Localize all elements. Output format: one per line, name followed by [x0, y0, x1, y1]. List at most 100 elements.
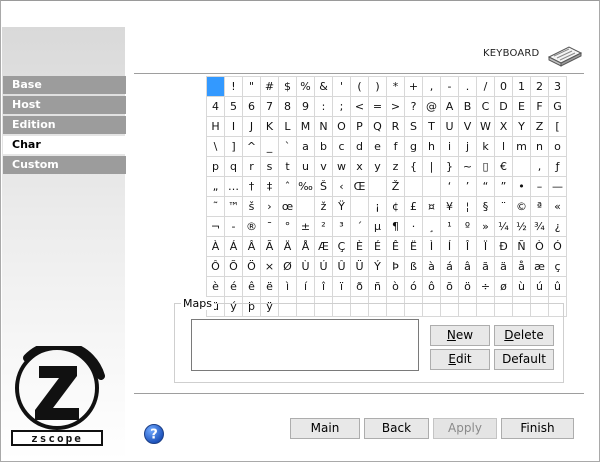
- char-cell[interactable]: Þ: [386, 256, 405, 277]
- char-cell[interactable]: Æ: [314, 236, 333, 257]
- char-cell[interactable]: š: [242, 196, 261, 217]
- char-cell[interactable]: Ê: [386, 236, 405, 257]
- char-cell[interactable]: ¦: [458, 196, 477, 217]
- char-cell[interactable]: v: [314, 156, 333, 177]
- char-cell[interactable]: J: [242, 116, 261, 137]
- char-cell[interactable]: p: [206, 156, 225, 177]
- char-cell[interactable]: ˜: [206, 196, 225, 217]
- char-cell[interactable]: ~: [458, 156, 477, 177]
- char-cell[interactable]: d: [350, 136, 369, 157]
- char-cell[interactable]: S: [404, 116, 423, 137]
- char-cell[interactable]: w: [332, 156, 351, 177]
- char-cell[interactable]: ¯: [260, 216, 279, 237]
- char-cell[interactable]: D: [494, 96, 513, 117]
- char-cell[interactable]: 3: [548, 76, 567, 97]
- char-cell[interactable]: [350, 196, 369, 217]
- char-cell[interactable]: M: [296, 116, 315, 137]
- char-cell[interactable]: (: [350, 76, 369, 97]
- char-cell[interactable]: ä: [494, 256, 513, 277]
- char-cell[interactable]: l: [494, 136, 513, 157]
- char-cell[interactable]: £: [404, 196, 423, 217]
- char-cell[interactable]: …: [224, 176, 243, 197]
- char-cell[interactable]: Ù: [296, 256, 315, 277]
- default-button[interactable]: Default: [494, 349, 554, 370]
- char-cell[interactable]: E: [512, 96, 531, 117]
- char-cell[interactable]: [206, 76, 225, 97]
- char-cell[interactable]: A: [440, 96, 459, 117]
- char-cell[interactable]: h: [422, 136, 441, 157]
- char-cell[interactable]: X: [494, 116, 513, 137]
- char-cell[interactable]: |: [422, 156, 441, 177]
- char-cell[interactable]: ê: [242, 276, 261, 297]
- char-cell[interactable]: 7: [260, 96, 279, 117]
- char-cell[interactable]: F: [530, 96, 549, 117]
- char-cell[interactable]: É: [368, 236, 387, 257]
- apply-button[interactable]: Apply: [433, 418, 497, 439]
- char-cell[interactable]: Â: [242, 236, 261, 257]
- char-cell[interactable]: $: [278, 76, 297, 97]
- char-cell[interactable]: ã: [476, 256, 495, 277]
- char-cell[interactable]: -: [440, 76, 459, 97]
- char-cell[interactable]: f: [386, 136, 405, 157]
- char-cell[interactable]: À: [206, 236, 225, 257]
- char-cell[interactable]: ‹: [332, 176, 351, 197]
- char-cell[interactable]: ‘: [440, 176, 459, 197]
- sidebar-item-custom[interactable]: Custom: [3, 156, 126, 174]
- char-cell[interactable]: Œ: [350, 176, 369, 197]
- char-cell[interactable]: ”: [494, 176, 513, 197]
- char-cell[interactable]: o: [548, 136, 567, 157]
- char-cell[interactable]: ‰: [296, 176, 315, 197]
- char-cell[interactable]: Ø: [278, 256, 297, 277]
- char-cell[interactable]: ë: [260, 276, 279, 297]
- char-cell[interactable]: !: [224, 76, 243, 97]
- sidebar-item-base[interactable]: Base: [3, 76, 126, 94]
- char-cell[interactable]: Y: [512, 116, 531, 137]
- char-cell[interactable]: z: [386, 156, 405, 177]
- char-cell[interactable]: &: [314, 76, 333, 97]
- char-cell[interactable]: í: [296, 276, 315, 297]
- char-cell[interactable]: P: [350, 116, 369, 137]
- char-cell[interactable]: .: [458, 76, 477, 97]
- char-cell[interactable]: §: [476, 196, 495, 217]
- char-cell[interactable]: [422, 176, 441, 197]
- char-cell[interactable]: [404, 176, 423, 197]
- char-cell[interactable]: ì: [278, 276, 297, 297]
- char-cell[interactable]: ,: [530, 156, 549, 177]
- char-cell[interactable]: ž: [314, 196, 333, 217]
- char-cell[interactable]: Ô: [206, 256, 225, 277]
- char-cell[interactable]: @: [422, 96, 441, 117]
- char-cell[interactable]: ¬: [206, 216, 225, 237]
- char-cell[interactable]: ¢: [386, 196, 405, 217]
- char-cell[interactable]: ;: [332, 96, 351, 117]
- char-cell[interactable]: [512, 156, 531, 177]
- char-cell[interactable]: ¡: [368, 196, 387, 217]
- char-cell[interactable]: +: [404, 76, 423, 97]
- char-cell[interactable]: Ï: [476, 236, 495, 257]
- char-cell[interactable]: ®: [242, 216, 261, 237]
- back-button[interactable]: Back: [364, 418, 429, 439]
- char-cell[interactable]: 9: [296, 96, 315, 117]
- char-cell[interactable]: ▯: [476, 156, 495, 177]
- char-cell[interactable]: ^: [242, 136, 261, 157]
- char-cell[interactable]: \: [206, 136, 225, 157]
- char-cell[interactable]: ': [332, 76, 351, 97]
- char-cell[interactable]: C: [476, 96, 495, 117]
- char-cell[interactable]: Ì: [422, 236, 441, 257]
- char-cell[interactable]: N: [314, 116, 333, 137]
- help-icon[interactable]: ?: [143, 423, 165, 445]
- char-cell[interactable]: ¹: [440, 216, 459, 237]
- char-cell[interactable]: ¿: [548, 216, 567, 237]
- char-cell[interactable]: /: [476, 76, 495, 97]
- char-cell[interactable]: —: [548, 176, 567, 197]
- char-cell[interactable]: ñ: [368, 276, 387, 297]
- char-cell[interactable]: 0: [494, 76, 513, 97]
- char-cell[interactable]: s: [260, 156, 279, 177]
- char-cell[interactable]: %: [296, 76, 315, 97]
- char-cell[interactable]: ±: [296, 216, 315, 237]
- char-cell[interactable]: î: [314, 276, 333, 297]
- char-cell[interactable]: ½: [512, 216, 531, 237]
- char-cell[interactable]: q: [224, 156, 243, 177]
- char-cell[interactable]: ™: [224, 196, 243, 217]
- char-cell[interactable]: ·: [404, 216, 423, 237]
- char-cell[interactable]: Õ: [224, 256, 243, 277]
